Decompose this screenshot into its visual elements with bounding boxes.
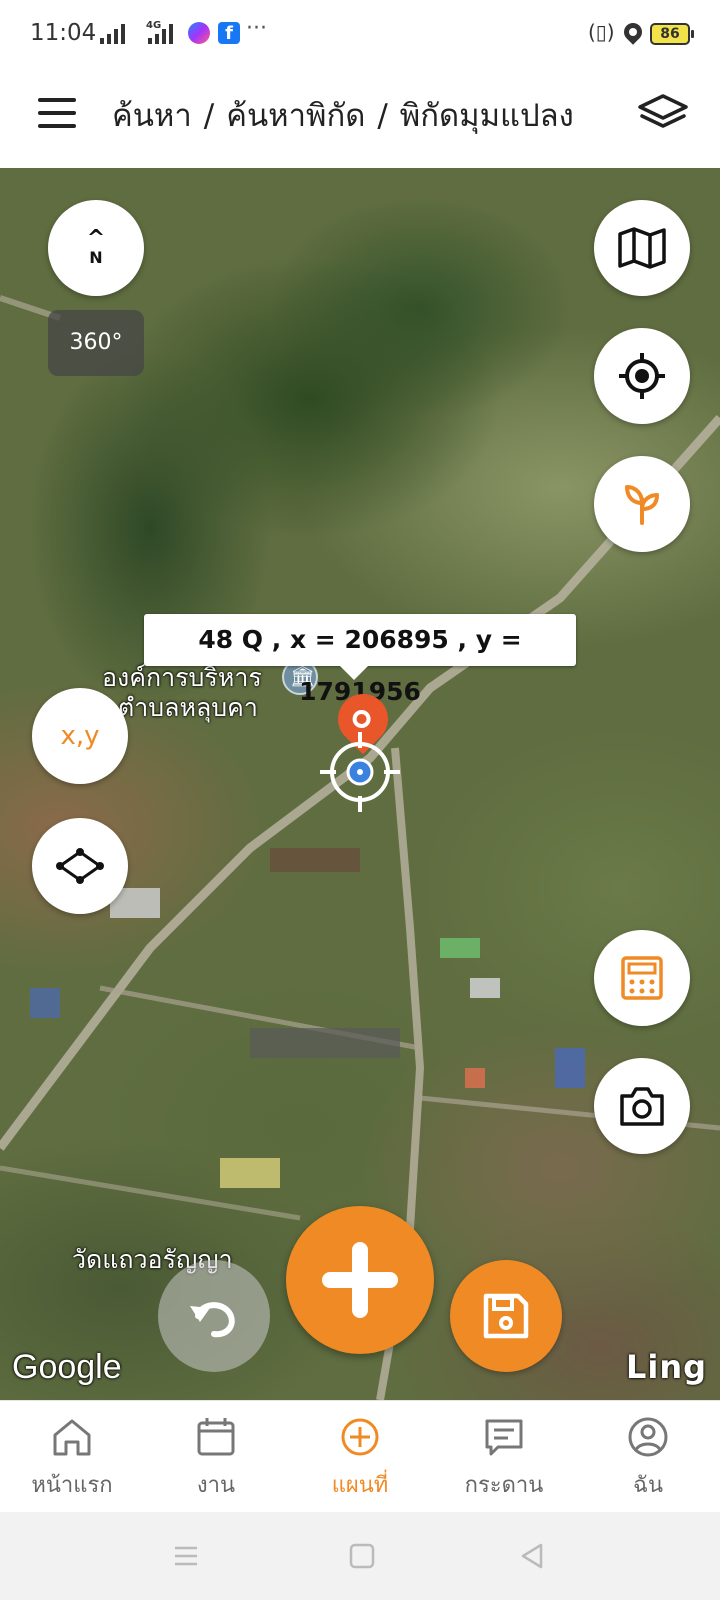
status-bar: 11:04 4G f ··· (▯) 86 xyxy=(0,0,720,72)
camera-button[interactable] xyxy=(594,1058,690,1154)
back-triangle-icon[interactable] xyxy=(518,1542,546,1570)
breadcrumb-separator: / xyxy=(203,98,215,134)
breadcrumb-plot-corner: พิกัดมุมแปลง xyxy=(399,98,574,134)
satellite-map[interactable]: องค์การบริหาร ตำบลหลุบคา วัดแถวอรัญญา 48… xyxy=(0,168,720,1400)
nav-item-board[interactable]: กระดาน xyxy=(432,1401,576,1512)
user-icon xyxy=(628,1417,668,1457)
recent-apps-icon[interactable] xyxy=(172,1542,200,1570)
my-location-button[interactable] xyxy=(594,328,690,424)
place-label-subdistrict: ตำบลหลุบคา xyxy=(118,693,258,722)
google-attribution: Google xyxy=(12,1348,122,1386)
app-header: ค้นหา / ค้นหาพิกัด / พิกัดมุมแปลง xyxy=(0,72,720,168)
breadcrumb-separator: / xyxy=(377,98,388,134)
gps-target-icon xyxy=(619,353,665,399)
save-icon xyxy=(483,1293,529,1339)
battery-icon: 86 xyxy=(650,23,694,45)
nav-label: งาน xyxy=(196,1473,236,1498)
map-icon xyxy=(618,227,666,269)
status-time: 11:04 xyxy=(30,20,97,46)
add-button[interactable] xyxy=(286,1206,434,1354)
sprout-icon xyxy=(625,485,659,525)
breadcrumb: ค้นหา / ค้นหาพิกัด / พิกัดมุมแปลง xyxy=(112,90,574,140)
plant-button[interactable] xyxy=(594,456,690,552)
calculator-button[interactable] xyxy=(594,930,690,1026)
home-icon xyxy=(53,1419,91,1456)
nav-label: ฉัน xyxy=(632,1473,664,1498)
board-icon xyxy=(485,1419,523,1456)
nav-item-map[interactable]: แผนที่ xyxy=(288,1401,432,1512)
map-type-button[interactable] xyxy=(594,200,690,296)
nav-item-work[interactable]: งาน xyxy=(144,1401,288,1512)
xy-coordinate-button[interactable]: x,y xyxy=(32,688,128,784)
breadcrumb-search[interactable]: ค้นหา xyxy=(112,98,192,134)
facebook-icon: f xyxy=(218,22,240,44)
nav-label: กระดาน xyxy=(464,1473,544,1498)
undo-icon xyxy=(190,1302,235,1338)
bottom-navigation: หน้าแรก งาน แผนที่ กระดาน ฉัน xyxy=(0,1400,720,1512)
provider-label: Ling xyxy=(626,1348,708,1386)
layers-icon[interactable] xyxy=(636,92,690,136)
messenger-icon xyxy=(188,22,210,44)
view-360-button[interactable]: 360° xyxy=(48,310,144,376)
crosshair-icon xyxy=(320,732,400,812)
draw-polygon-button[interactable] xyxy=(32,818,128,914)
camera-icon xyxy=(620,1087,664,1126)
breadcrumb-coordinate-search[interactable]: ค้นหาพิกัด xyxy=(226,98,365,134)
compass-north-label: N xyxy=(89,247,103,267)
signal-2-icon xyxy=(148,22,173,44)
calculator-icon xyxy=(621,956,663,1000)
vibrate-icon: (▯) xyxy=(588,20,615,44)
location-icon xyxy=(620,19,646,45)
compass-arrow-icon: ^ xyxy=(86,225,106,251)
undo-button[interactable] xyxy=(158,1260,270,1372)
save-button[interactable] xyxy=(450,1260,562,1372)
system-navigation-bar xyxy=(0,1512,720,1600)
compass-button[interactable]: ^ N xyxy=(48,200,144,296)
coordinate-label: 48 Q , x = 206895 , y = 1791956 xyxy=(144,614,576,706)
signal-icon xyxy=(100,22,125,44)
home-square-icon[interactable] xyxy=(348,1542,376,1570)
calendar-icon xyxy=(197,1418,235,1456)
nav-item-home[interactable]: หน้าแรก xyxy=(0,1401,144,1512)
more-notifications: ··· xyxy=(246,16,267,41)
nav-item-me[interactable]: ฉัน xyxy=(576,1401,720,1512)
nav-label: หน้าแรก xyxy=(31,1473,113,1498)
nav-label: แผนที่ xyxy=(331,1473,389,1498)
polygon-icon xyxy=(56,848,104,884)
hamburger-menu-icon[interactable] xyxy=(38,98,76,128)
plus-circle-icon xyxy=(341,1418,379,1456)
